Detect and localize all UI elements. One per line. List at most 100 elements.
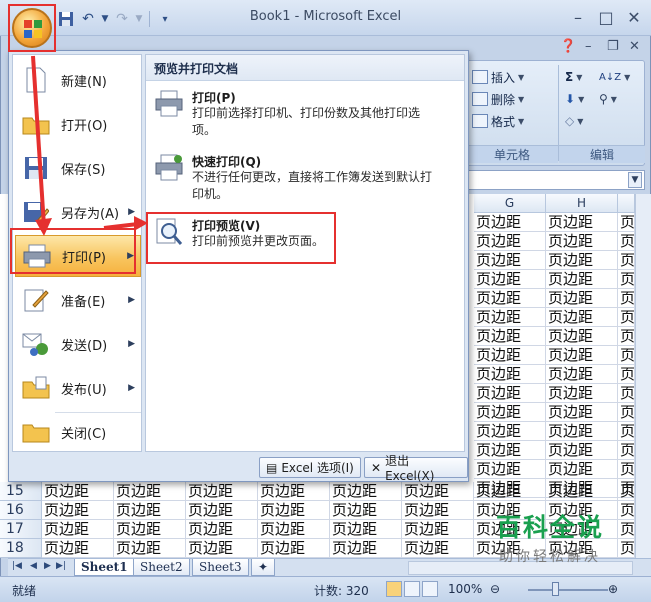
- column-header-i[interactable]: [618, 194, 635, 213]
- cell[interactable]: 页边距: [618, 213, 635, 232]
- format-cells-button[interactable]: 格式 ▼: [472, 111, 524, 131]
- cell[interactable]: 页边距: [618, 403, 635, 422]
- cell[interactable]: 页边距: [402, 520, 474, 539]
- cell[interactable]: 页边距: [618, 346, 635, 365]
- cell[interactable]: 页边距: [618, 251, 635, 270]
- excel-options-button[interactable]: ▤ Excel 选项(I): [259, 457, 361, 478]
- cell[interactable]: 页边距: [474, 460, 546, 479]
- cell[interactable]: 页边距: [546, 346, 618, 365]
- page-break-view-icon[interactable]: [422, 581, 438, 597]
- cell[interactable]: 页边距: [546, 289, 618, 308]
- customize-qat-icon[interactable]: ▾: [155, 9, 175, 29]
- cell[interactable]: 页边距: [546, 384, 618, 403]
- cell[interactable]: 页边距: [474, 365, 546, 384]
- cell[interactable]: 页边距: [186, 539, 258, 558]
- row-header[interactable]: 17: [0, 520, 42, 539]
- zoom-slider[interactable]: [528, 589, 608, 591]
- redo-icon[interactable]: ↷: [112, 9, 132, 29]
- cell[interactable]: 页边距: [474, 441, 546, 460]
- cell[interactable]: 页边距: [186, 520, 258, 539]
- sheet-tab-1[interactable]: Sheet1: [74, 559, 135, 576]
- clear-button[interactable]: ◇ ▼: [565, 111, 583, 131]
- cell[interactable]: 页边距: [474, 482, 546, 501]
- cell[interactable]: 页边距: [618, 289, 635, 308]
- cell[interactable]: 页边距: [618, 441, 635, 460]
- row-header[interactable]: 15: [0, 482, 42, 501]
- minimize-icon[interactable]: –: [569, 8, 587, 27]
- cell[interactable]: 页边距: [474, 327, 546, 346]
- cell[interactable]: 页边距: [474, 251, 546, 270]
- cell[interactable]: 页边距: [546, 270, 618, 289]
- expand-formula-bar-icon[interactable]: ▼: [628, 172, 642, 188]
- menu-publish[interactable]: 发布(U) ▶: [15, 367, 141, 413]
- zoom-in-icon[interactable]: ⊕: [608, 582, 618, 596]
- ribbon-minimize-icon[interactable]: –: [585, 39, 592, 54]
- first-sheet-icon[interactable]: |◀: [12, 561, 22, 571]
- cell[interactable]: 页边距: [618, 327, 635, 346]
- cell[interactable]: 页边距: [474, 346, 546, 365]
- cell[interactable]: 页边距: [474, 232, 546, 251]
- menu-send[interactable]: 发送(D) ▶: [15, 323, 141, 365]
- cell[interactable]: 页边距: [114, 501, 186, 520]
- ribbon-close-icon[interactable]: ✕: [629, 39, 640, 54]
- cell[interactable]: 页边距: [258, 520, 330, 539]
- cell[interactable]: 页边距: [330, 501, 402, 520]
- insert-cells-button[interactable]: 插入 ▼: [472, 67, 524, 87]
- maximize-icon[interactable]: □: [597, 8, 615, 27]
- cell[interactable]: 页边距: [330, 520, 402, 539]
- undo-dropdown-icon[interactable]: ▼: [100, 9, 110, 29]
- cell[interactable]: 页边距: [114, 539, 186, 558]
- formula-bar[interactable]: ▼: [465, 170, 645, 190]
- insert-sheet-icon[interactable]: ✦: [251, 559, 275, 576]
- zoom-level[interactable]: 100%: [448, 582, 482, 596]
- cell[interactable]: 页边距: [402, 501, 474, 520]
- close-icon[interactable]: ✕: [625, 8, 643, 27]
- cell[interactable]: 页边距: [546, 441, 618, 460]
- cell[interactable]: 页边距: [546, 213, 618, 232]
- cell[interactable]: 页边距: [186, 482, 258, 501]
- cell[interactable]: 页边距: [618, 384, 635, 403]
- undo-icon[interactable]: ↶: [78, 9, 98, 29]
- cell[interactable]: 页边距: [618, 365, 635, 384]
- cell[interactable]: 页边距: [546, 482, 618, 501]
- menu-new[interactable]: 新建(N): [15, 59, 141, 101]
- cell[interactable]: 页边距: [114, 520, 186, 539]
- cell[interactable]: 页边距: [474, 422, 546, 441]
- cell[interactable]: 页边距: [618, 232, 635, 251]
- cell[interactable]: 页边距: [546, 327, 618, 346]
- cell[interactable]: 页边距: [618, 422, 635, 441]
- cell[interactable]: 页边距: [42, 539, 114, 558]
- row-header[interactable]: 16: [0, 501, 42, 520]
- column-header-g[interactable]: G: [474, 194, 546, 213]
- sheet-tab-3[interactable]: Sheet3: [192, 559, 249, 576]
- menu-open[interactable]: 打开(O): [15, 103, 141, 145]
- cell[interactable]: 页边距: [546, 460, 618, 479]
- cell[interactable]: 页边距: [330, 482, 402, 501]
- next-sheet-icon[interactable]: ▶: [44, 561, 51, 571]
- cell[interactable]: 页边距: [546, 365, 618, 384]
- autosum-button[interactable]: Σ ▼: [565, 67, 582, 87]
- print-option[interactable]: 打印(P) 打印前选择打印机、打印份数及其他打印选项。: [152, 87, 458, 145]
- menu-close[interactable]: 关闭(C): [15, 411, 141, 453]
- cell[interactable]: 页边距: [546, 403, 618, 422]
- menu-save-as[interactable]: 另存为(A) ▶: [15, 191, 141, 237]
- redo-dropdown-icon[interactable]: ▼: [134, 9, 144, 29]
- row-header[interactable]: 18: [0, 539, 42, 558]
- cell[interactable]: 页边距: [330, 539, 402, 558]
- cell[interactable]: 页边距: [114, 482, 186, 501]
- cell[interactable]: 页边距: [474, 289, 546, 308]
- cell[interactable]: 页边距: [618, 482, 635, 501]
- ribbon-restore-icon[interactable]: ❐: [607, 39, 619, 54]
- cell[interactable]: 页边距: [618, 308, 635, 327]
- cell[interactable]: 页边距: [42, 482, 114, 501]
- last-sheet-icon[interactable]: ▶|: [56, 561, 66, 571]
- sort-filter-button[interactable]: A↓Z ▼: [599, 67, 630, 87]
- cell[interactable]: 页边距: [618, 460, 635, 479]
- sheet-tab-2[interactable]: Sheet2: [133, 559, 190, 576]
- column-header-h[interactable]: H: [546, 194, 618, 213]
- save-icon[interactable]: [56, 9, 76, 29]
- exit-excel-button[interactable]: ✕ 退出 Excel(X): [364, 454, 468, 483]
- vertical-scrollbar[interactable]: [635, 194, 651, 558]
- help-icon[interactable]: ❓: [560, 39, 576, 54]
- page-layout-view-icon[interactable]: [404, 581, 420, 597]
